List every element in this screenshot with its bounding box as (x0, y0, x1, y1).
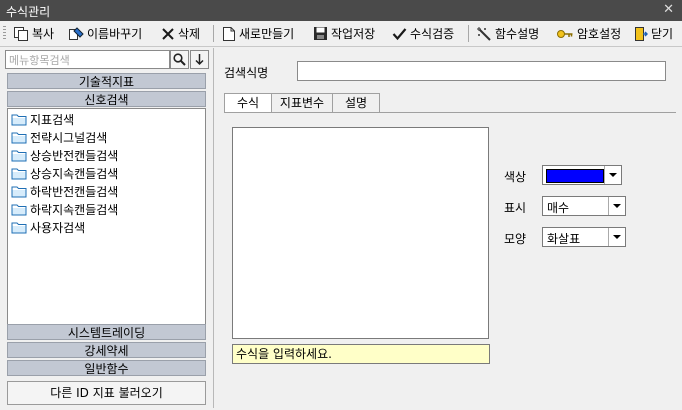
folder-icon (11, 114, 27, 126)
toolbar: 복사 이름바꾸기 삭제 새로만들기 작업저장 수식검증 함수설명 암호설정 닫기 (0, 21, 682, 47)
new-button[interactable]: 새로만들기 (222, 25, 294, 42)
toolbar-separator (213, 25, 214, 42)
item-list: 지표검색 전략시그널검색 상승반전캔들검색 상승지속캔들검색 하락반전캔들검색 … (7, 108, 206, 325)
left-panel: 메뉴항목검색 기술적지표 신호검색 지표검색 전략시그널검색 상승반전캔들검색 … (5, 48, 209, 408)
category-strength-weakness[interactable]: 강세약세 (7, 342, 206, 358)
password-label: 암호설정 (577, 27, 622, 41)
display-value: 매수 (547, 201, 570, 215)
close-label: 닫기 (651, 27, 674, 41)
formula-tab-panel: 수식을 입력하세요. 색상 표시 매수 모양 화살표 (224, 112, 676, 405)
load-other-id-button[interactable]: 다른 ID 지표 불러오기 (7, 381, 206, 405)
list-item-label: 하락반전캔들검색 (30, 185, 119, 199)
list-item[interactable]: 상승지속캔들검색 (11, 165, 118, 182)
search-input[interactable]: 메뉴항목검색 (5, 50, 170, 69)
list-item[interactable]: 하락지속캔들검색 (11, 201, 118, 218)
category-signal-search[interactable]: 신호검색 (7, 91, 206, 107)
search-icon (173, 53, 186, 66)
toolbar-grip (3, 26, 6, 41)
folder-icon (11, 132, 27, 144)
function-help-button[interactable]: 함수설명 (476, 25, 539, 42)
name-input[interactable] (297, 61, 666, 81)
tab-indicator-variables[interactable]: 지표변수 (271, 93, 333, 112)
formula-editor[interactable] (232, 127, 489, 339)
shape-select[interactable]: 화살표 (542, 227, 626, 247)
shape-label: 모양 (504, 232, 527, 246)
arrow-down-icon (195, 54, 204, 66)
close-icon[interactable]: ✕ (663, 2, 674, 17)
search-placeholder: 메뉴항목검색 (9, 54, 70, 67)
list-item[interactable]: 지표검색 (11, 111, 74, 128)
sort-button[interactable] (190, 50, 209, 69)
save-button[interactable]: 작업저장 (313, 25, 375, 42)
checkmark-icon (392, 27, 407, 40)
category-technical-indicators[interactable]: 기술적지표 (7, 73, 206, 89)
color-swatch (546, 169, 604, 183)
folder-icon (11, 204, 27, 216)
display-label: 표시 (504, 201, 527, 215)
verify-button[interactable]: 수식검증 (392, 25, 454, 42)
formula-hint: 수식을 입력하세요. (232, 344, 490, 364)
function-help-label: 함수설명 (495, 27, 540, 41)
search-button[interactable] (170, 50, 189, 69)
rename-label: 이름바꾸기 (87, 27, 143, 41)
delete-button[interactable]: 삭제 (161, 25, 200, 42)
copy-button[interactable]: 복사 (13, 25, 54, 42)
chevron-down-icon[interactable] (608, 197, 625, 215)
copy-label: 복사 (32, 27, 55, 41)
shape-value: 화살표 (547, 232, 581, 246)
list-item[interactable]: 상승반전캔들검색 (11, 147, 118, 164)
rename-icon (69, 26, 84, 40)
folder-icon (11, 186, 27, 198)
display-select[interactable]: 매수 (542, 196, 626, 216)
save-icon (314, 27, 327, 40)
list-item-label: 상승지속캔들검색 (30, 167, 119, 181)
title-bar: 수식관리 ✕ (0, 0, 682, 21)
list-item-label: 지표검색 (30, 113, 75, 127)
list-item[interactable]: 사용자검색 (11, 219, 85, 236)
copy-icon (14, 26, 28, 41)
list-item[interactable]: 전략시그널검색 (11, 129, 107, 146)
list-item-label: 사용자검색 (30, 221, 86, 235)
main-panel: 검색식명 수식 지표변수 설명 수식을 입력하세요. 색상 표시 매수 모양 화… (213, 48, 680, 408)
new-label: 새로만들기 (239, 27, 295, 41)
name-label: 검색식명 (224, 66, 269, 80)
delete-label: 삭제 (178, 27, 201, 41)
toolbar-separator (468, 25, 469, 42)
list-item[interactable]: 하락반전캔들검색 (11, 183, 118, 200)
close-button[interactable]: 닫기 (634, 25, 673, 42)
list-item-label: 상승반전캔들검색 (30, 149, 119, 163)
tab-formula[interactable]: 수식 (224, 93, 272, 112)
key-icon (557, 29, 573, 38)
color-label: 색상 (504, 170, 527, 184)
category-system-trading[interactable]: 시스템트레이딩 (7, 324, 206, 340)
magic-wand-icon (477, 26, 491, 41)
tab-description[interactable]: 설명 (332, 93, 380, 112)
verify-label: 수식검증 (410, 27, 455, 41)
password-button[interactable]: 암호설정 (556, 25, 621, 42)
folder-icon (11, 150, 27, 162)
list-item-label: 하락지속캔들검색 (30, 203, 119, 217)
list-item-label: 전략시그널검색 (30, 131, 108, 145)
folder-icon (11, 168, 27, 180)
window-title: 수식관리 (6, 5, 51, 19)
chevron-down-icon[interactable] (608, 228, 625, 246)
category-general-functions[interactable]: 일반함수 (7, 360, 206, 376)
new-document-icon (223, 26, 235, 41)
delete-icon (162, 27, 174, 40)
exit-door-icon (635, 26, 648, 41)
save-label: 작업저장 (331, 27, 376, 41)
rename-button[interactable]: 이름바꾸기 (68, 25, 142, 42)
folder-icon (11, 222, 27, 234)
color-picker[interactable] (542, 165, 622, 185)
chevron-down-icon[interactable] (604, 166, 621, 184)
